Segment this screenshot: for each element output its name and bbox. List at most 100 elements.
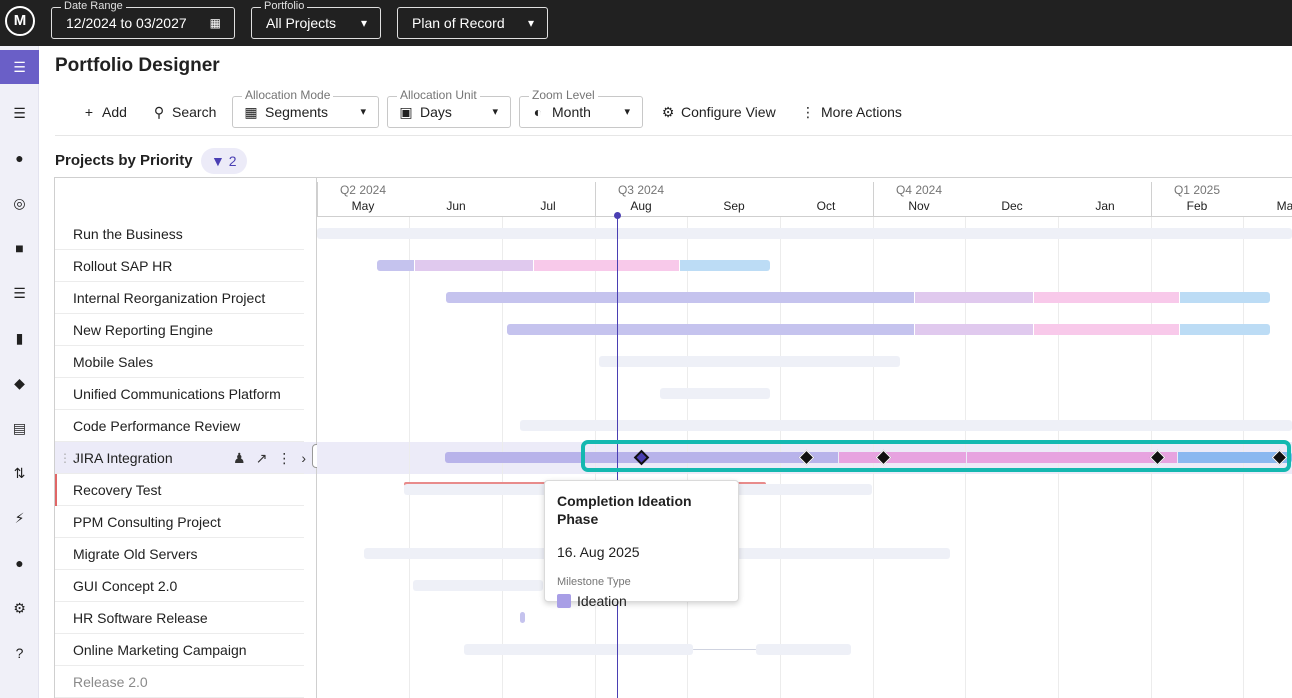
more-vertical-icon: ⋮ [801, 104, 815, 120]
project-name: Unified Communications Platform [73, 386, 281, 402]
month-label: Jan [1095, 199, 1115, 213]
project-row[interactable]: HR Software Release [55, 602, 316, 634]
board-icon[interactable]: ▮ [0, 321, 39, 355]
project-row[interactable]: Rollout SAP HR [55, 250, 316, 282]
project-row[interactable]: GUI Concept 2.0 [55, 570, 316, 602]
date-range-value: 12/2024 to 03/2027 [66, 15, 187, 31]
project-row[interactable]: Mobile Sales [55, 346, 316, 378]
allocation-unit-legend: Allocation Unit [397, 89, 480, 102]
filter-icon: ▼ [211, 153, 225, 169]
project-row[interactable]: Code Performance Review [55, 410, 316, 442]
menu-icon[interactable]: ☰ [0, 50, 39, 84]
more-vertical-icon[interactable]: ⋮ [277, 450, 291, 466]
goals-icon[interactable]: ◎ [0, 186, 39, 220]
project-row[interactable]: Unified Communications Platform [55, 378, 316, 410]
tooltip-type: Ideation [557, 592, 726, 610]
allocation-mode-select[interactable]: Allocation Mode ▦ Segments ▾ [232, 89, 379, 128]
project-bar[interactable] [377, 260, 770, 271]
settings-icon[interactable]: ⚙ [0, 591, 39, 625]
sidebar: ☰ ☰ ● ◎ ■ ☰ ▮ ◆ ▤ ⇅ ⚡ ● ⚙ ? [0, 46, 39, 698]
bar-segment [1034, 292, 1179, 303]
bar-segment [680, 260, 770, 271]
project-name: Migrate Old Servers [73, 546, 198, 562]
open-external-icon[interactable]: ↗ [256, 450, 268, 466]
zoom-level-legend: Zoom Level [529, 89, 598, 102]
chevron-right-icon[interactable]: › [301, 450, 306, 466]
resources-icon[interactable]: ☰ [0, 96, 39, 130]
portfolio-legend: Portfolio [261, 0, 308, 13]
zoom-icon: ◐ [533, 104, 543, 120]
list-icon[interactable]: ☰ [0, 276, 39, 310]
timeline-header-divider [317, 216, 1292, 217]
project-row[interactable]: Run the Business [55, 218, 316, 250]
quarter-label: Q2 2024 [339, 183, 387, 197]
logo[interactable]: M [5, 6, 35, 36]
project-bar[interactable] [520, 420, 1292, 431]
project-name: Run the Business [73, 226, 183, 242]
gantt-timeline: Q2 2024 Q3 2024 Q4 2024 Q1 2025 May Jun … [317, 178, 1292, 698]
users-icon[interactable]: ● [0, 546, 39, 580]
gear-icon: ⚙ [661, 104, 675, 120]
portfolio-icon[interactable]: ● [0, 141, 39, 175]
assign-person-icon[interactable]: ♟ [233, 450, 246, 466]
allocation-unit-select[interactable]: Allocation Unit ▣ Days ▾ [387, 89, 511, 128]
quarter-divider [1151, 182, 1152, 216]
more-actions-button[interactable]: ⋮ More Actions [799, 102, 902, 122]
chevron-down-icon: ▾ [360, 16, 367, 30]
portfolio-select[interactable]: Portfolio All Projects ▾ [251, 0, 381, 39]
tasks-icon[interactable]: ■ [0, 231, 39, 265]
search-icon: ⚲ [153, 104, 165, 120]
scenario-select[interactable]: Plan of Record ▾ [397, 7, 548, 39]
project-row[interactable]: Migrate Old Servers [55, 538, 316, 570]
project-row-selected[interactable]: ⋮⋮ JIRA Integration ♟ ↗ ⋮ › [55, 442, 316, 474]
project-name: PPM Consulting Project [73, 514, 221, 530]
zoom-level-value: Month [552, 104, 591, 120]
roadmap-icon[interactable]: ◆ [0, 366, 39, 400]
configure-view-label: Configure View [681, 104, 776, 120]
drag-handle-icon[interactable]: ⋮⋮ [59, 442, 83, 474]
date-range-field[interactable]: Date Range 12/2024 to 03/2027 ▦ [51, 0, 235, 39]
project-bar[interactable] [599, 356, 900, 367]
project-bar[interactable] [520, 612, 525, 623]
transfer-icon[interactable]: ⇅ [0, 456, 39, 490]
project-bar[interactable] [507, 324, 1270, 335]
add-button[interactable]: + Add [80, 102, 127, 122]
project-bar[interactable] [756, 644, 851, 655]
chevron-down-icon: ▾ [492, 106, 498, 118]
help-icon[interactable]: ? [0, 636, 39, 670]
project-bar[interactable] [660, 388, 770, 399]
unit-icon: ▣ [399, 104, 413, 120]
tooltip-type-label: Milestone Type [557, 576, 631, 588]
month-label: Sep [723, 199, 745, 213]
project-bar[interactable] [317, 228, 1292, 239]
filter-badge[interactable]: ▼ 2 [201, 148, 247, 174]
project-row[interactable]: Recovery Test [55, 474, 316, 506]
project-name: Internal Reorganization Project [73, 290, 266, 306]
project-row[interactable]: PPM Consulting Project [55, 506, 316, 538]
bar-segment [915, 324, 1033, 335]
bar-segment [915, 292, 1033, 303]
project-row[interactable]: New Reporting Engine [55, 314, 316, 346]
chevron-down-icon: ▾ [624, 106, 630, 118]
project-row[interactable]: Online Marketing Campaign [55, 634, 316, 666]
configure-view-button[interactable]: ⚙ Configure View [659, 102, 776, 122]
calendar-icon[interactable]: ▦ [210, 15, 221, 31]
month-label: Jun [446, 199, 466, 213]
bar-segment [415, 260, 533, 271]
zoom-level-select[interactable]: Zoom Level ◐ Month ▾ [519, 89, 643, 128]
project-bar[interactable] [446, 292, 1270, 303]
project-row[interactable]: Release 2.0 [55, 666, 316, 698]
search-button[interactable]: ⚲ Search [150, 102, 217, 122]
project-name: GUI Concept 2.0 [73, 578, 178, 594]
highlight-box [581, 440, 1291, 472]
project-row[interactable]: Internal Reorganization Project [55, 282, 316, 314]
project-bar[interactable] [413, 580, 543, 591]
page-title: Portfolio Designer [55, 55, 220, 76]
plugin-icon[interactable]: ⚡ [0, 501, 39, 535]
bar-segment [1180, 292, 1270, 303]
date-range-legend: Date Range [61, 0, 126, 13]
month-label: Dec [1001, 199, 1023, 213]
project-bar[interactable] [464, 644, 693, 655]
document-icon[interactable]: ▤ [0, 411, 39, 445]
project-name: HR Software Release [73, 610, 208, 626]
